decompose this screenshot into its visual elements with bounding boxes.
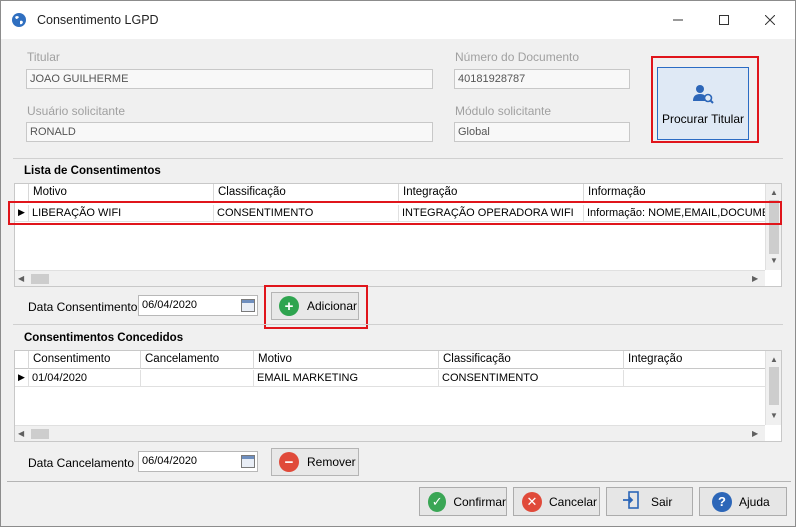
consent-date-label: Data Consentimento	[28, 300, 138, 314]
window-title: Consentimento LGPD	[37, 13, 159, 27]
table-cell[interactable]	[624, 370, 767, 387]
table-cell[interactable]: 01/04/2020	[29, 370, 141, 387]
column-header[interactable]: Consentimento	[29, 351, 141, 369]
row-indicator-header	[15, 184, 29, 202]
consent-date-field[interactable]: 06/04/2020	[138, 295, 258, 316]
column-header[interactable]: Integração	[399, 184, 584, 202]
consent-date-value: 06/04/2020	[142, 299, 198, 311]
document-number-label: Número do Documento	[455, 50, 580, 64]
exit-button-label: Sair	[651, 494, 673, 509]
scroll-down-icon[interactable]: ▼	[770, 256, 778, 266]
scroll-up-icon[interactable]: ▲	[770, 188, 778, 198]
scroll-right-icon[interactable]: ▶	[752, 429, 758, 439]
consents-grid: Motivo Classificação Integração Informaç…	[14, 183, 782, 287]
exit-door-icon	[621, 490, 641, 513]
close-button[interactable]	[747, 1, 793, 39]
footer-divider	[7, 481, 791, 482]
granted-consents-title: Consentimentos Concedidos	[24, 332, 184, 344]
cancel-date-label: Data Cancelamento	[28, 456, 135, 470]
requesting-user-field[interactable]: RONALD	[26, 122, 433, 142]
add-button[interactable]: + Adicionar	[271, 292, 359, 320]
calendar-icon[interactable]	[241, 455, 255, 468]
column-header[interactable]: Motivo	[254, 351, 439, 369]
requesting-module-field[interactable]: Global	[454, 122, 630, 142]
maximize-button[interactable]	[701, 1, 747, 39]
exit-button[interactable]: Sair	[606, 487, 693, 516]
help-button-label: Ajuda	[739, 494, 770, 509]
title-bar: Consentimento LGPD	[1, 1, 795, 39]
confirm-button-label: Confirmar	[453, 494, 506, 509]
maximize-icon	[719, 15, 729, 25]
search-titular-button[interactable]: Procurar Titular	[657, 67, 749, 140]
search-titular-label: Procurar Titular	[661, 111, 745, 126]
scroll-down-icon[interactable]: ▼	[770, 411, 778, 421]
row-highlight	[8, 201, 782, 225]
cancel-icon: ✕	[522, 491, 542, 512]
column-header[interactable]: Cancelamento	[141, 351, 254, 369]
minimize-icon	[673, 19, 683, 21]
vertical-scrollbar[interactable]: ▲ ▼	[765, 184, 781, 270]
help-button[interactable]: ? Ajuda	[699, 487, 787, 516]
vertical-scrollbar[interactable]: ▲ ▼	[765, 351, 781, 425]
divider	[13, 324, 783, 325]
remove-button-label: Remover	[307, 455, 356, 469]
table-cell[interactable]	[141, 370, 254, 387]
column-header[interactable]: Classificação	[439, 351, 624, 369]
help-icon: ?	[712, 491, 732, 512]
confirm-button[interactable]: ✓ Confirmar	[419, 487, 507, 516]
scroll-left-icon[interactable]: ◀	[18, 274, 24, 284]
globe-icon	[12, 13, 26, 27]
titular-field[interactable]: JOAO GUILHERME	[26, 69, 433, 89]
remove-button[interactable]: − Remover	[271, 448, 359, 476]
requesting-module-label: Módulo solicitante	[455, 104, 552, 118]
consents-list-title: Lista de Consentimentos	[24, 165, 161, 177]
cancel-button[interactable]: ✕ Cancelar	[513, 487, 600, 516]
cancel-date-field[interactable]: 06/04/2020	[138, 451, 258, 472]
column-header[interactable]: Informação	[584, 184, 767, 202]
table-cell[interactable]: EMAIL MARKETING	[254, 370, 439, 387]
cancel-button-label: Cancelar	[549, 494, 598, 509]
scroll-thumb[interactable]	[31, 274, 49, 284]
minimize-button[interactable]	[655, 1, 701, 39]
close-icon	[765, 15, 775, 25]
table-cell[interactable]: CONSENTIMENTO	[439, 370, 624, 387]
plus-icon: +	[279, 296, 299, 316]
scroll-thumb[interactable]	[31, 429, 49, 439]
check-icon: ✓	[428, 491, 447, 512]
scroll-up-icon[interactable]: ▲	[770, 355, 778, 365]
scroll-left-icon[interactable]: ◀	[18, 429, 24, 439]
minus-icon: −	[279, 452, 299, 472]
scroll-thumb[interactable]	[769, 367, 779, 405]
calendar-icon[interactable]	[241, 299, 255, 312]
consent-window: Consentimento LGPD Titular JOAO GUILHERM…	[0, 0, 796, 527]
column-header[interactable]: Integração	[624, 351, 767, 369]
document-number-field[interactable]: 40181928787	[454, 69, 630, 89]
horizontal-scrollbar[interactable]: ◀ ▶	[15, 270, 765, 286]
add-button-label: Adicionar	[307, 299, 358, 313]
horizontal-scrollbar[interactable]: ◀ ▶	[15, 425, 765, 441]
row-pointer-icon: ▶	[15, 370, 29, 387]
column-header[interactable]: Classificação	[214, 184, 399, 202]
divider	[13, 158, 783, 159]
requesting-user-label: Usuário solicitante	[27, 104, 126, 118]
granted-grid: Consentimento Cancelamento Motivo Classi…	[14, 350, 782, 442]
row-indicator-header	[15, 351, 29, 369]
scroll-right-icon[interactable]: ▶	[752, 274, 758, 284]
user-search-icon	[693, 84, 714, 104]
cancel-date-value: 06/04/2020	[142, 455, 198, 467]
titular-label: Titular	[27, 50, 60, 64]
column-header[interactable]: Motivo	[29, 184, 214, 202]
